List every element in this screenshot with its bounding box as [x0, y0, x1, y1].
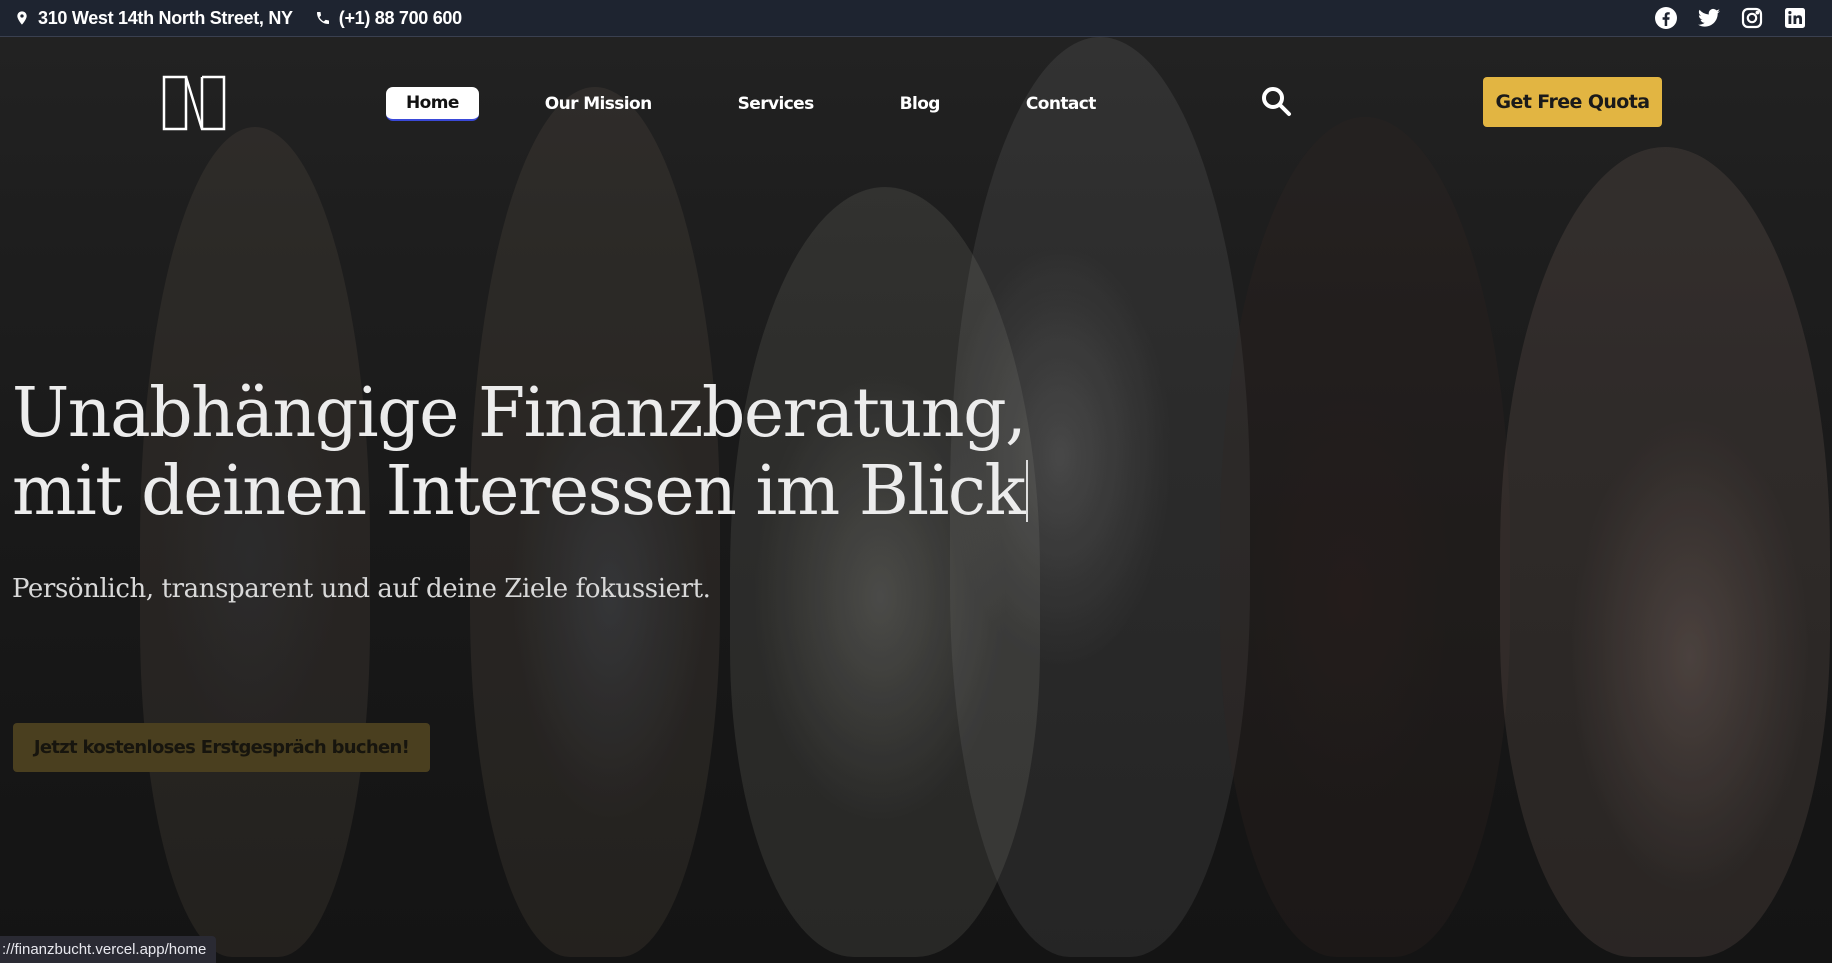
phone-icon: [316, 12, 329, 24]
search-button[interactable]: [1260, 85, 1294, 119]
logo-mark-icon: [162, 75, 226, 131]
hero-headline: Unabhängige Finanzberatung, mit deinen I…: [12, 374, 1029, 531]
nav-our-mission[interactable]: Our Mission: [525, 88, 672, 120]
linkedin-icon[interactable]: [1782, 5, 1808, 31]
contact-info: 310 West 14th North Street, NY (+1) 88 7…: [14, 8, 462, 29]
headline-line-2: mit deinen Interessen im Blick: [12, 452, 1029, 531]
get-free-quota-button[interactable]: Get Free Quota: [1483, 77, 1662, 127]
headline-line-1: Unabhängige Finanzberatung,: [12, 374, 1027, 453]
phone-text: (+1) 88 700 600: [338, 7, 462, 28]
nav-home[interactable]: Home: [386, 87, 479, 121]
twitter-icon[interactable]: [1696, 5, 1722, 31]
nav-blog[interactable]: Blog: [880, 88, 960, 120]
instagram-icon[interactable]: [1739, 5, 1765, 31]
brand-logo[interactable]: [162, 75, 226, 131]
nav-services[interactable]: Services: [718, 88, 834, 120]
book-consultation-button[interactable]: Jetzt kostenloses Erstgespräch buchen!: [13, 723, 430, 772]
location-pin-icon: [17, 11, 27, 25]
browser-status-url: ://finanzbucht.vercel.app/home: [0, 936, 217, 963]
social-links: [1653, 5, 1818, 31]
address: 310 West 14th North Street, NY: [14, 8, 293, 29]
main-header: Home Our Mission Services Blog Contact G…: [0, 75, 1832, 155]
headline-line-2-text: mit deinen Interessen im Blick: [12, 452, 1026, 531]
nav-contact[interactable]: Contact: [1006, 88, 1116, 120]
phone[interactable]: (+1) 88 700 600: [315, 8, 462, 29]
hero-subheadline: Persönlich, transparent und auf deine Zi…: [12, 574, 711, 604]
search-icon: [1262, 87, 1291, 116]
top-info-bar: 310 West 14th North Street, NY (+1) 88 7…: [0, 0, 1832, 37]
typing-cursor: [1026, 460, 1029, 522]
address-text: 310 West 14th North Street, NY: [38, 7, 293, 28]
main-nav: Home Our Mission Services Blog Contact: [386, 87, 1162, 121]
facebook-icon[interactable]: [1653, 5, 1679, 31]
